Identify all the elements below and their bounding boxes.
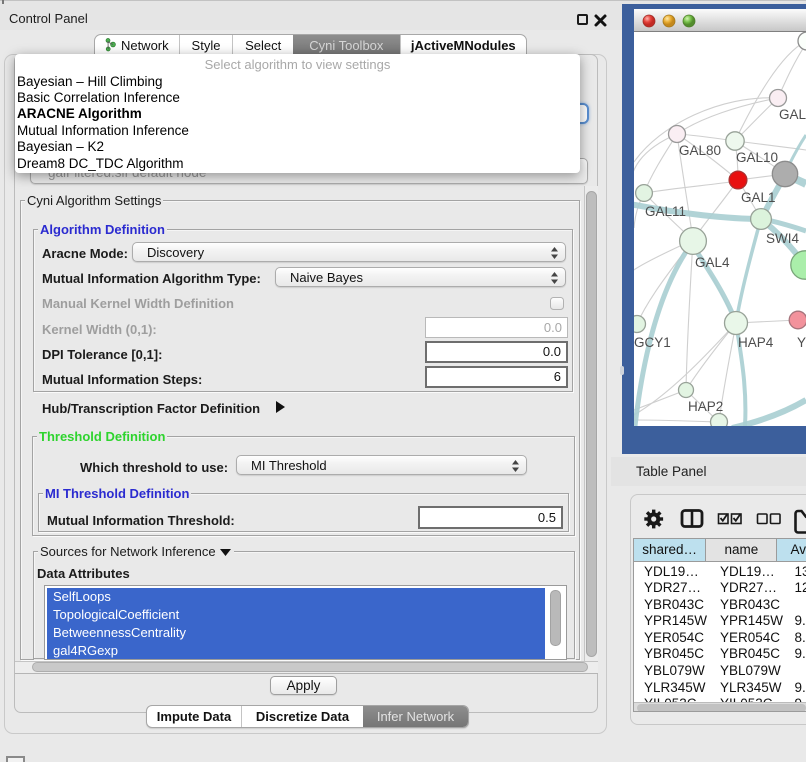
svg-text:YJ: YJ <box>797 335 806 350</box>
svg-text:GAL4: GAL4 <box>695 255 730 270</box>
svg-text:GAL1: GAL1 <box>741 190 776 205</box>
svg-text:GAL2: GAL2 <box>779 107 806 122</box>
svg-text:GCY1: GCY1 <box>634 335 671 350</box>
svg-text:GAL11: GAL11 <box>645 204 686 219</box>
svg-text:SWI4: SWI4 <box>766 231 799 246</box>
svg-text:HAP4: HAP4 <box>738 335 774 350</box>
svg-text:GAL10: GAL10 <box>736 150 778 165</box>
svg-text:GAL80: GAL80 <box>679 143 721 158</box>
svg-text:HAP2: HAP2 <box>688 399 723 414</box>
